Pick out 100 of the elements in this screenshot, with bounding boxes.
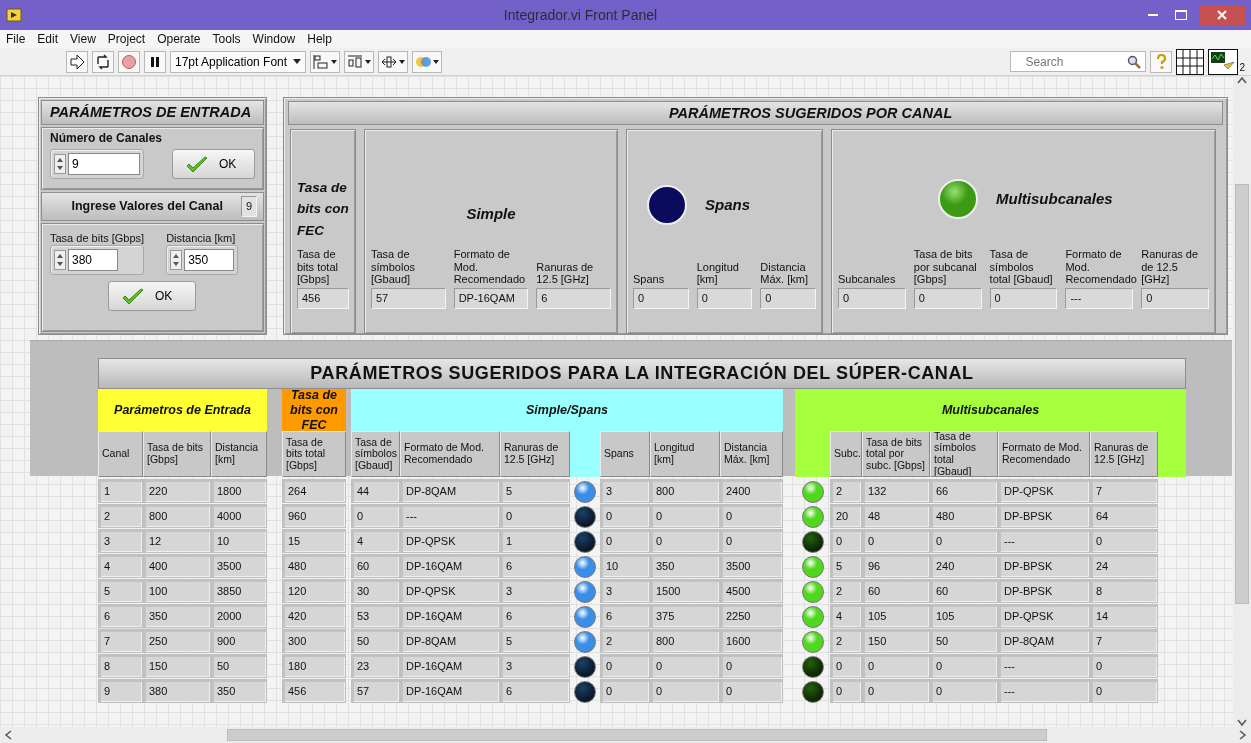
table-cell: 3 <box>600 579 650 603</box>
table-cell: 0 <box>930 529 998 553</box>
number-field[interactable]: 9 <box>68 152 140 175</box>
value-display: 0 <box>913 288 982 309</box>
close-button[interactable] <box>1199 5 1245 25</box>
menu-item[interactable]: File <box>6 30 26 48</box>
distribute-button[interactable] <box>344 50 375 73</box>
table-cell: 10 <box>211 529 267 553</box>
run-continuously-button[interactable] <box>92 50 114 73</box>
number-field[interactable]: 380 <box>68 248 118 271</box>
pause-button[interactable] <box>144 50 166 73</box>
resize-icon <box>381 53 398 70</box>
table-cell: 264 <box>282 479 346 503</box>
checkmark-icon <box>121 286 145 305</box>
ok-button[interactable]: OK <box>108 280 196 311</box>
table-cell: 4 <box>98 554 143 578</box>
table-cell: 480 <box>930 504 998 528</box>
group-title: Multisubcanales <box>996 189 1113 210</box>
column-header: Subc. <box>830 431 862 477</box>
table-cell: 3500 <box>720 554 783 578</box>
value-display: 0 <box>696 288 753 309</box>
number-field[interactable]: 350 <box>184 248 235 271</box>
group-title: Parámetros de Entrada <box>113 401 252 419</box>
table-cell: 480 <box>282 554 346 578</box>
scroll-right-icon[interactable] <box>1239 730 1247 740</box>
table-cell: 0 <box>600 504 650 528</box>
table-cell: 7 <box>98 629 143 653</box>
menu-item[interactable]: Tools <box>212 30 241 48</box>
table-cell: 3850 <box>211 579 267 603</box>
table-cell: 24 <box>1090 554 1158 578</box>
table-cell: 7 <box>1090 479 1158 503</box>
column-header: Formato de Mod. Recomendado <box>998 431 1090 477</box>
table-cell: 132 <box>862 479 930 503</box>
table-cell: 2000 <box>211 604 267 628</box>
scroll-left-icon[interactable] <box>4 730 12 740</box>
table-cell: 0 <box>650 529 720 553</box>
column-header: Ranuras de 12.5 [GHz] <box>500 431 570 477</box>
column-header: Tasa de bits [Gbps] <box>143 431 211 477</box>
table-cell: 2 <box>98 504 143 528</box>
field-label: Tasa de bits total [Gbps] <box>297 248 339 286</box>
field-label: Formato de Mod. Recomendado <box>453 248 527 286</box>
table-cell: 4 <box>351 529 400 553</box>
menu-item[interactable]: Window <box>252 30 296 48</box>
table-cell: DP-BPSK <box>998 579 1090 603</box>
menu-item[interactable]: Edit <box>37 30 59 48</box>
table-cell: 800 <box>143 504 211 528</box>
scrollbar-thumb[interactable] <box>227 729 1047 741</box>
spinner-control[interactable] <box>54 249 66 270</box>
spinner-control[interactable] <box>54 153 66 174</box>
run-button[interactable] <box>66 50 88 73</box>
table-cell: 6 <box>600 604 650 628</box>
column-header: Spans <box>600 431 650 477</box>
table-cell: DP-QPSK <box>400 579 500 603</box>
table-cell: --- <box>400 504 500 528</box>
table-cell: 6 <box>500 679 570 703</box>
field-label: Tasa de símbolos total [Gbaud] <box>989 248 1054 286</box>
table-cell: 2250 <box>720 604 783 628</box>
field-label: Tasa de símbolos [Gbaud] <box>371 248 417 286</box>
table-title: PARÁMETROS SUGERIDOS PARA LA INTEGRACIÓN DEL SÚPER-CANAL <box>98 358 1186 389</box>
ok-button[interactable]: OK <box>172 148 255 179</box>
column-header: Tasa de bits total por subc. [Gbps] <box>862 431 930 477</box>
font-dropdown[interactable]: 17pt Application Font <box>170 50 307 73</box>
table-cell: 57 <box>351 679 400 703</box>
column-header: Distancia Máx. [km] <box>720 431 783 477</box>
table-cell: 120 <box>282 579 346 603</box>
column-header: Ranuras de 12.5 [GHz] <box>1090 431 1158 477</box>
table-cell: 0 <box>830 654 862 678</box>
group-title: Tasa de bits con FEC <box>289 389 339 431</box>
field-label: Distancia Máx. [km] <box>760 260 809 286</box>
table-cell: DP-BPSK <box>998 504 1090 528</box>
menu-item[interactable]: Help <box>307 30 332 48</box>
value-display: 0 <box>1141 288 1209 309</box>
scroll-down-icon[interactable] <box>1237 719 1247 727</box>
menu-item[interactable]: View <box>70 30 96 48</box>
search-icon[interactable] <box>1127 54 1142 69</box>
scrollbar-thumb[interactable] <box>1235 184 1249 604</box>
table-cell: 5 <box>98 579 143 603</box>
maximize-icon <box>1175 10 1187 20</box>
table-cell: 0 <box>862 679 930 703</box>
table-cell: 50 <box>211 654 267 678</box>
table-cell: 3 <box>600 479 650 503</box>
checkmark-icon <box>185 154 209 173</box>
table-cell: 2 <box>830 629 862 653</box>
group-title: Tasa de bits con FEC <box>297 178 349 240</box>
menu-item[interactable]: Project <box>107 30 146 48</box>
caret-icon <box>399 59 406 64</box>
menu-item[interactable]: Operate <box>157 30 201 48</box>
table-cell: 0 <box>930 679 998 703</box>
field-label: Número de Canales <box>50 132 164 146</box>
resize-button[interactable] <box>378 50 409 73</box>
field-label: Tasa de bits [Gbps] <box>50 232 145 245</box>
search-field[interactable]: Search <box>1010 51 1147 72</box>
align-button[interactable] <box>310 50 341 73</box>
scroll-up-icon[interactable] <box>1237 76 1247 84</box>
table-cell: 30 <box>351 579 400 603</box>
table-cell: 50 <box>930 629 998 653</box>
table-cell: 400 <box>143 554 211 578</box>
minimize-icon <box>1148 14 1158 16</box>
table-cell: 375 <box>650 604 720 628</box>
spinner-control[interactable] <box>170 249 183 270</box>
